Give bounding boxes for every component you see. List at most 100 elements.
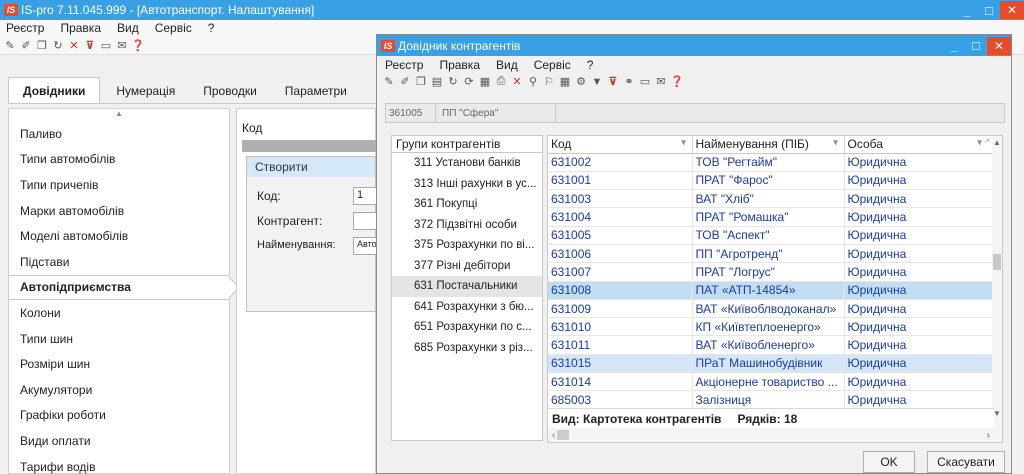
menu-item-3[interactable]: Сервіс <box>534 58 571 72</box>
reference-item-4[interactable]: Моделі автомобілів <box>9 223 229 249</box>
scroll-up-icon[interactable]: ▲ <box>9 109 229 121</box>
name-input[interactable]: Авто <box>353 237 377 255</box>
document-icon[interactable]: ▤ <box>431 76 443 88</box>
help-icon[interactable]: ❓ <box>131 39 145 52</box>
table-horizontal-scrollbar[interactable]: ‹ › <box>548 428 994 442</box>
delete-icon[interactable]: ✕ <box>68 39 80 52</box>
print-icon[interactable]: ⎙ <box>495 75 507 88</box>
group-item-2[interactable]: 361 Покупці <box>392 194 542 215</box>
group-item-6[interactable]: 631 Постачальники <box>392 276 542 297</box>
table-row[interactable]: 631009 ВАТ «Київоблводоканал» Юридична <box>548 299 995 319</box>
table-row[interactable]: 631015 ПРаТ Машинобудівник Юридична <box>548 354 995 374</box>
edit-doc-icon[interactable]: ✐ <box>399 76 411 88</box>
group-item-5[interactable]: 377 Різні дебітори <box>392 256 542 277</box>
search-icon[interactable]: ⚲ <box>527 76 539 88</box>
menu-item-1[interactable]: Правка <box>60 21 101 35</box>
copy-doc-icon[interactable]: ❐ <box>415 76 427 88</box>
bookmark-icon[interactable]: ⚐ <box>543 76 555 88</box>
scroll-thumb[interactable] <box>557 430 570 440</box>
table-row[interactable]: 631005 ТОВ "Аспект" Юридична <box>548 226 995 245</box>
group-item-8[interactable]: 651 Розрахунки по с... <box>392 317 542 338</box>
settings-icon[interactable]: ⚙ <box>575 76 587 88</box>
table-row[interactable]: 631002 ТОВ "Регтайм" Юридична <box>548 153 995 172</box>
table-row[interactable]: 631010 КП «Київтеплоенерго» Юридична <box>548 317 995 337</box>
menu-item-0[interactable]: Реєстр <box>385 58 423 72</box>
window-icon[interactable]: ▭ <box>639 76 651 88</box>
menu-item-4[interactable]: ? <box>587 58 594 72</box>
code-input[interactable]: 1 <box>353 187 377 205</box>
reference-item-11[interactable]: Графіки роботи <box>9 403 229 429</box>
tab-dovidnyky[interactable]: Довідники <box>8 77 101 104</box>
filter-clear-icon[interactable]: ⊽ <box>84 39 96 52</box>
copy-doc-icon[interactable]: ❐ <box>36 39 48 52</box>
menu-item-2[interactable]: Вид <box>496 58 518 72</box>
scroll-thumb[interactable] <box>993 254 1001 270</box>
table-row[interactable]: 631008 ПАТ «АТП-14854» Юридична <box>548 281 995 300</box>
delete-icon[interactable]: ✕ <box>511 76 523 88</box>
group-item-7[interactable]: 641 Розрахунки з бю... <box>392 297 542 318</box>
scroll-right-icon[interactable]: › <box>987 430 990 441</box>
reference-item-2[interactable]: Типи причепів <box>9 172 229 198</box>
minimize-icon[interactable]: _ <box>956 3 978 18</box>
table-row[interactable]: 631003 ВАТ "Хліб" Юридична <box>548 189 995 209</box>
column-header-name[interactable]: Найменування (ПІБ) ▼ <box>692 136 845 154</box>
grid-icon[interactable]: ▦ <box>559 76 571 88</box>
reference-item-3[interactable]: Марки автомобілів <box>9 198 229 224</box>
reference-item-8[interactable]: Типи шин <box>9 326 229 352</box>
reference-item-6[interactable]: Автопідприємства <box>9 274 229 301</box>
child-titlebar[interactable]: IS Довідник контрагентів _ □ ✕ <box>377 35 1011 56</box>
help-icon[interactable]: ❓ <box>670 76 684 88</box>
ok-button[interactable]: OK <box>863 451 915 473</box>
menu-item-4[interactable]: ? <box>208 21 215 35</box>
sync-icon[interactable]: ⟳ <box>463 76 475 88</box>
column-header-person[interactable]: Особа ▼ ^ <box>844 136 995 154</box>
link-icon[interactable]: ⚭ <box>623 76 635 88</box>
main-titlebar[interactable]: IS IS-pro 7.11.045.999 - [Автотранспорт.… <box>0 0 1024 20</box>
minimize-icon[interactable]: _ <box>943 38 965 53</box>
column-header-code[interactable]: Код ▼ <box>548 136 693 154</box>
table-row[interactable]: 631007 ПРАТ "Логрус" Юридична <box>548 262 995 282</box>
table-row[interactable]: 631014 Акціонерне товариство ... Юридична <box>548 372 995 392</box>
close-icon[interactable]: ✕ <box>987 36 1011 55</box>
mail-icon[interactable]: ✉ <box>116 39 128 52</box>
maximize-icon[interactable]: □ <box>978 3 1000 18</box>
group-item-4[interactable]: 375 Розрахунки по ві... <box>392 235 542 256</box>
refresh-icon[interactable]: ↻ <box>447 76 459 88</box>
reference-item-7[interactable]: Колони <box>9 300 229 326</box>
refresh-icon[interactable]: ↻ <box>52 39 64 52</box>
new-doc-icon[interactable]: ✎ <box>383 76 395 88</box>
new-doc-icon[interactable]: ✎ <box>4 39 16 52</box>
cancel-button[interactable]: Скасувати <box>927 451 1005 473</box>
group-item-0[interactable]: 311 Установи банків <box>392 153 542 174</box>
reference-item-13[interactable]: Тарифи водів <box>9 454 229 474</box>
reference-item-0[interactable]: Паливо <box>9 121 229 147</box>
edit-doc-icon[interactable]: ✐ <box>20 39 32 52</box>
counterparty-input[interactable] <box>353 212 377 230</box>
tab-provodky[interactable]: Проводки <box>191 78 269 104</box>
table-row[interactable]: 631011 ВАТ «Київобленерго» Юридична <box>548 335 995 355</box>
close-icon[interactable]: ✕ <box>1000 1 1024 19</box>
menu-item-3[interactable]: Сервіс <box>155 21 192 35</box>
table-row[interactable]: 685003 Залізниця Юридична <box>548 390 995 410</box>
reference-item-9[interactable]: Розміри шин <box>9 351 229 377</box>
window-icon[interactable]: ▭ <box>100 39 112 52</box>
maximize-icon[interactable]: □ <box>965 38 987 53</box>
group-item-9[interactable]: 685 Розрахунки з різ... <box>392 338 542 359</box>
filter-clear-icon[interactable]: ⊽ <box>607 76 619 88</box>
menu-item-1[interactable]: Правка <box>439 58 480 72</box>
group-item-1[interactable]: 313 Інші рахунки в ус... <box>392 174 542 195</box>
filter-icon[interactable]: ▼ <box>591 76 603 88</box>
reference-item-1[interactable]: Типи автомобілів <box>9 147 229 173</box>
reference-item-10[interactable]: Акумулятори <box>9 377 229 403</box>
table-row[interactable]: 631006 ПП "Агротренд" Юридична <box>548 244 995 264</box>
table-vertical-scrollbar[interactable]: ▲ ▼ <box>992 136 1002 442</box>
tab-numeratsiia[interactable]: Нумерація <box>104 78 187 104</box>
group-item-3[interactable]: 372 Підзвітні особи <box>392 215 542 236</box>
table-row[interactable]: 631004 ПРАТ "Ромашка" Юридична <box>548 207 995 227</box>
menu-item-0[interactable]: Реєстр <box>6 21 44 35</box>
reference-item-5[interactable]: Підстави <box>9 249 229 275</box>
reference-item-12[interactable]: Види оплати <box>9 428 229 454</box>
table-row[interactable]: 631001 ПРАТ "Фарос" Юридична <box>548 171 995 191</box>
stack-icon[interactable]: ▦ <box>479 76 491 88</box>
mail-icon[interactable]: ✉ <box>655 76 667 88</box>
